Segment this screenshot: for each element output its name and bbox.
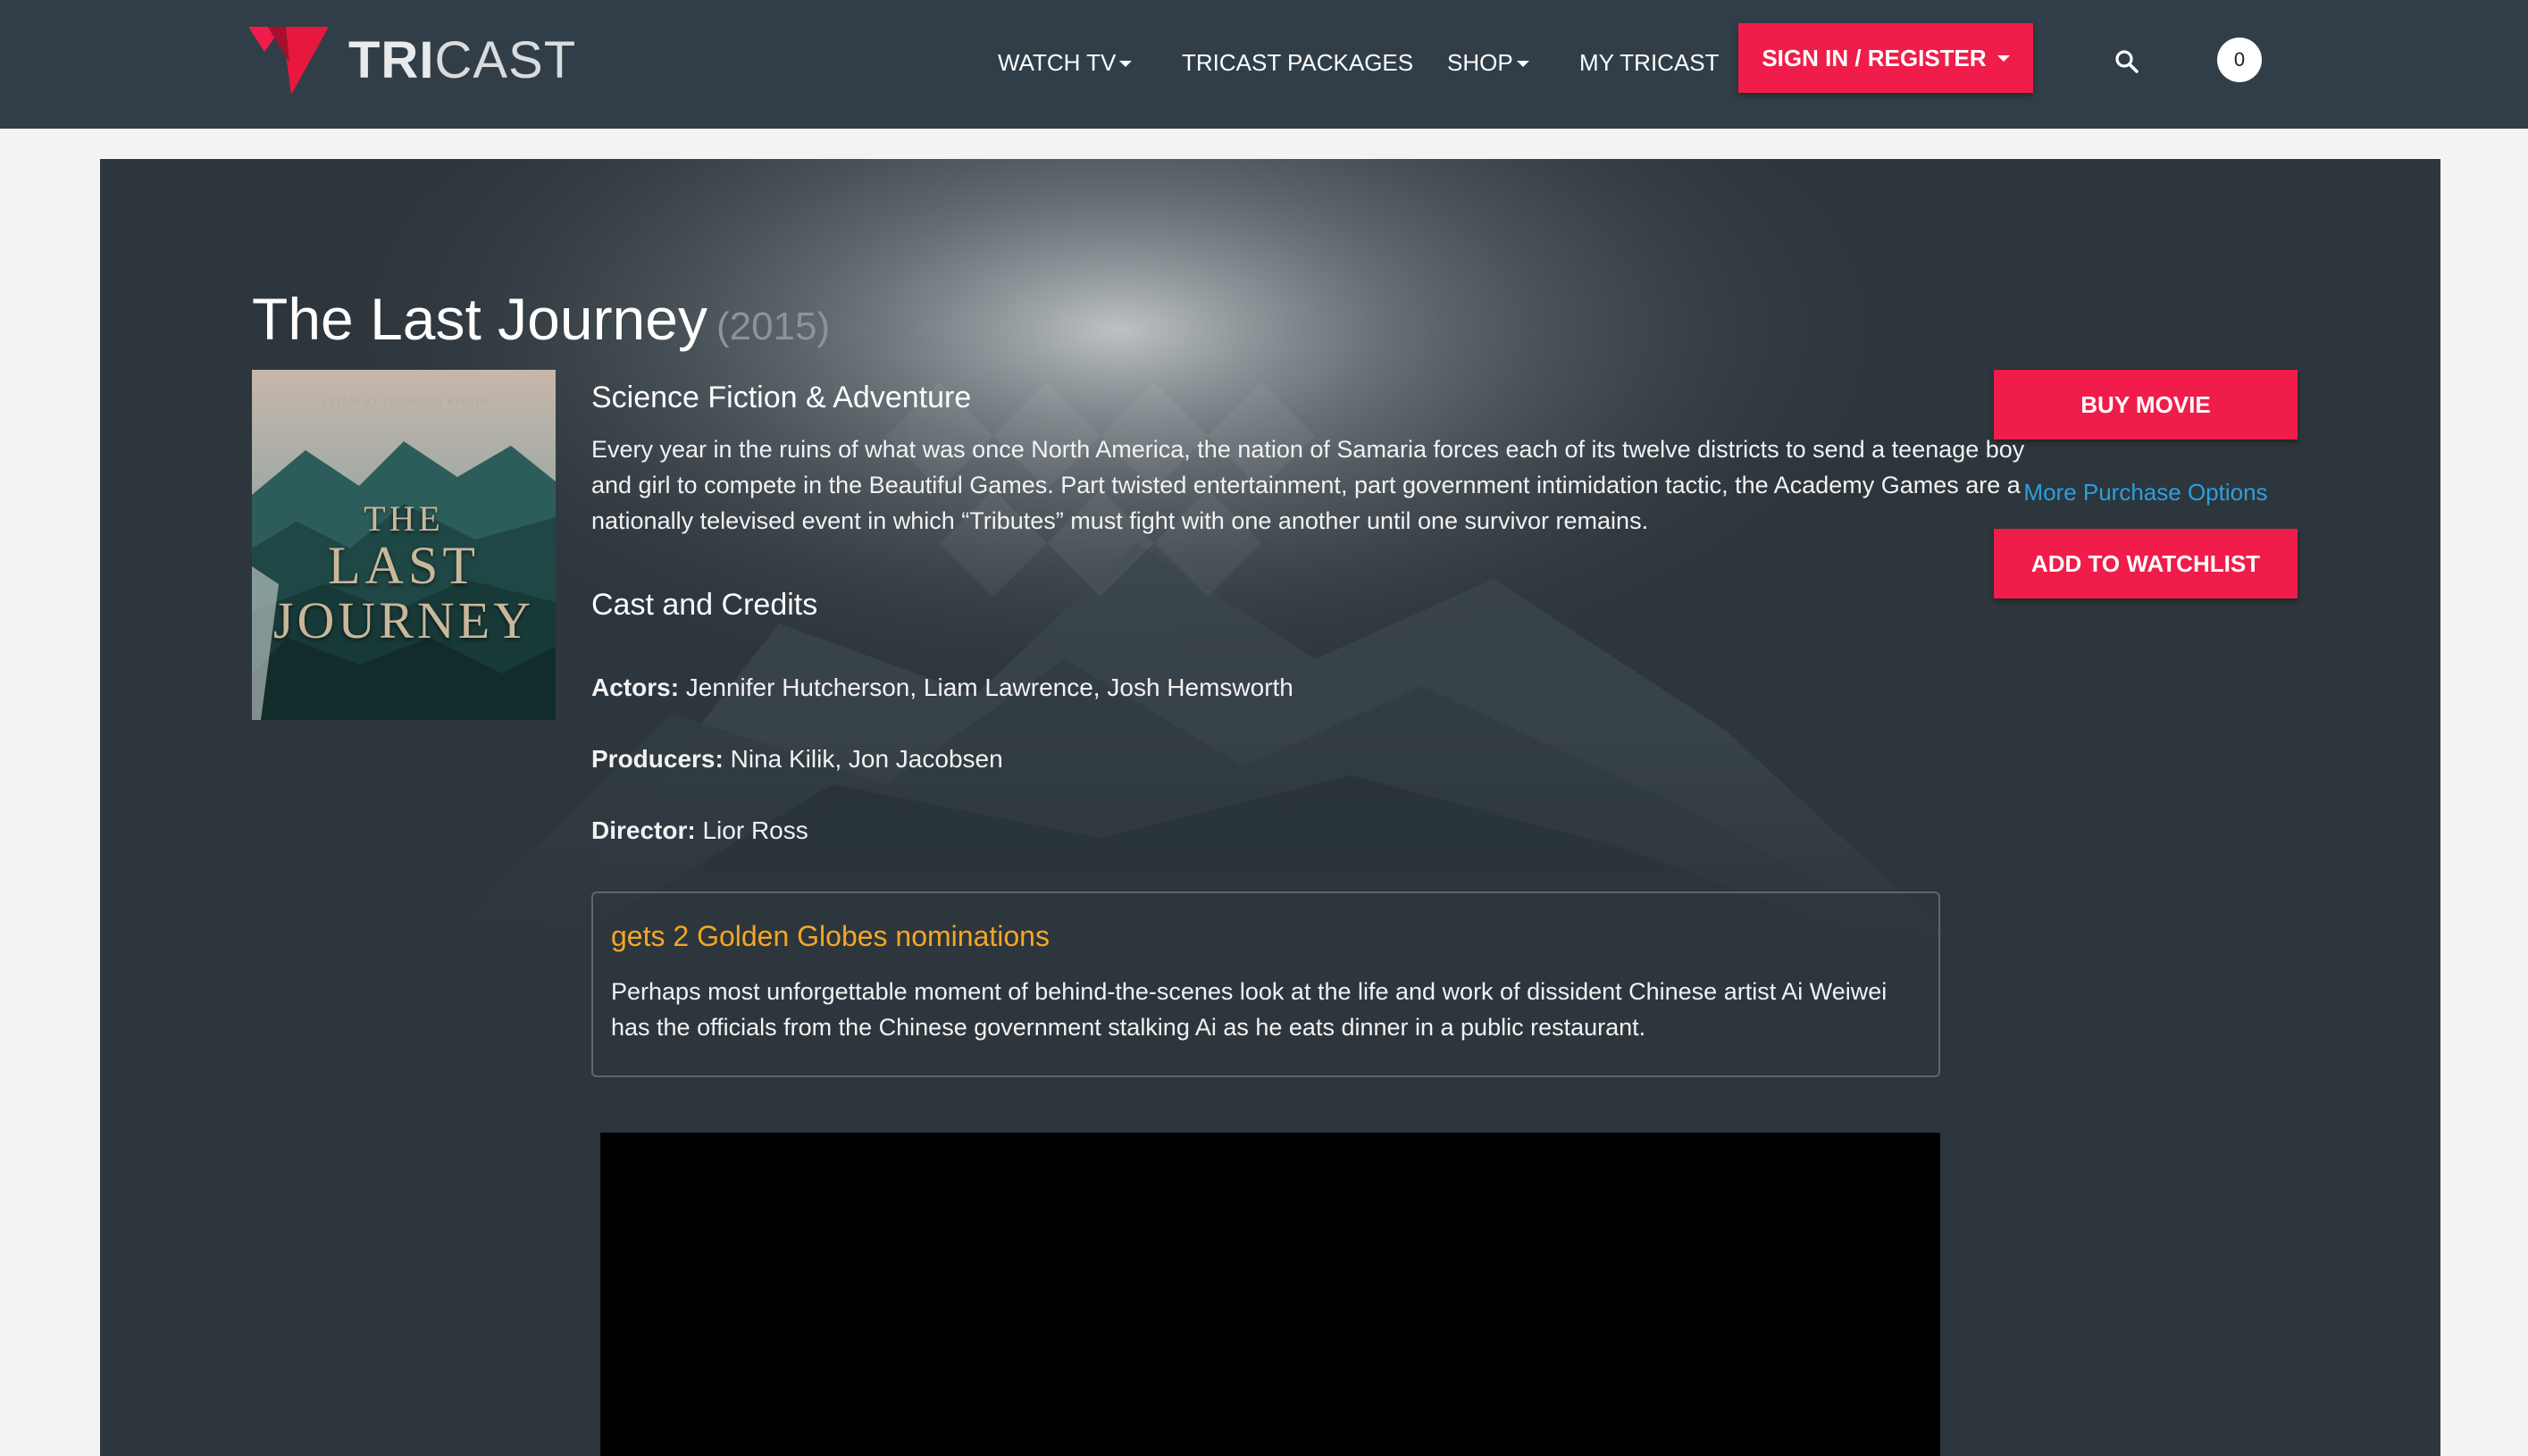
nav-my-tricast[interactable]: MY TRICAST bbox=[1579, 45, 1720, 80]
cart-count-badge[interactable]: 0 bbox=[2217, 38, 2262, 82]
actors-label: Actors: bbox=[591, 674, 680, 701]
add-to-watchlist-button[interactable]: ADD TO WATCHLIST bbox=[1994, 529, 2298, 598]
cast-credits-heading: Cast and Credits bbox=[591, 588, 818, 622]
movie-genre: Science Fiction & Adventure bbox=[591, 381, 972, 414]
video-player[interactable] bbox=[600, 1133, 1940, 1456]
tricast-logo[interactable]: TRICAST bbox=[248, 27, 576, 95]
more-purchase-options-link[interactable]: More Purchase Options bbox=[1994, 479, 2298, 506]
nav-watch-tv[interactable]: WATCH TV bbox=[998, 45, 1133, 80]
director-label: Director: bbox=[591, 816, 696, 844]
movie-description: Every year in the ruins of what was once… bbox=[591, 436, 2025, 534]
movie-poster: A FILM BY FRANCOIS REGON THE LAST JOURNE… bbox=[252, 370, 556, 720]
sign-in-register-button[interactable]: SIGN IN / REGISTER bbox=[1738, 23, 2033, 93]
logo-wordmark: TRICAST bbox=[348, 31, 577, 89]
poster-title-line1: THE bbox=[364, 498, 444, 539]
movie-detail-panel: The Last Journey (2015) A FILM BY FRANCOI… bbox=[100, 159, 2440, 1456]
chevron-down-icon bbox=[1516, 60, 1529, 67]
nav-watch-tv-label: WATCH TV bbox=[998, 49, 1117, 76]
award-note-title: gets 2 Golden Globes nominations bbox=[611, 920, 1050, 952]
movie-year: (2015) bbox=[716, 305, 831, 348]
search-icon[interactable] bbox=[2114, 48, 2140, 75]
director-credit: Director: Lior Ross bbox=[591, 816, 808, 845]
movie-title: The Last Journey (2015) bbox=[252, 284, 830, 355]
nav-shop[interactable]: SHOP bbox=[1447, 45, 1529, 80]
nav-shop-label: SHOP bbox=[1447, 49, 1513, 76]
chevron-down-icon bbox=[1996, 54, 2010, 62]
tricast-logo-icon bbox=[248, 27, 329, 95]
sign-in-register-label: SIGN IN / REGISTER bbox=[1762, 45, 1987, 71]
producers-label: Producers: bbox=[591, 745, 724, 773]
poster-title-line2: LAST bbox=[328, 536, 480, 595]
nav-tricast-packages[interactable]: TRICAST PACKAGES bbox=[1182, 45, 1413, 80]
nav-tricast-packages-label: TRICAST PACKAGES bbox=[1182, 49, 1414, 76]
nav-my-tricast-label: MY TRICAST bbox=[1579, 49, 1720, 76]
producers-value: Nina Kilik, Jon Jacobsen bbox=[730, 745, 1003, 773]
buy-movie-button[interactable]: BUY MOVIE bbox=[1994, 370, 2298, 439]
movie-title-text: The Last Journey bbox=[252, 286, 707, 352]
producers-credit: Producers: Nina Kilik, Jon Jacobsen bbox=[591, 745, 1003, 774]
top-header: TRICAST WATCH TV TRICAST PACKAGES SHOP M… bbox=[0, 0, 2528, 129]
poster-title-line3: JOURNEY bbox=[272, 591, 535, 649]
actors-value: Jennifer Hutcherson, Liam Lawrence, Josh… bbox=[685, 674, 1293, 701]
poster-title: THE LAST JOURNEY bbox=[252, 500, 556, 649]
award-note-box: gets 2 Golden Globes nominations Perhaps… bbox=[591, 891, 1940, 1077]
award-note-body: Perhaps most unforgettable moment of beh… bbox=[611, 978, 1888, 1041]
actors-credit: Actors: Jennifer Hutcherson, Liam Lawren… bbox=[591, 674, 1293, 702]
chevron-down-icon bbox=[1119, 60, 1133, 67]
poster-credit: A FILM BY FRANCOIS REGON bbox=[319, 395, 489, 407]
director-value: Lior Ross bbox=[702, 816, 808, 844]
